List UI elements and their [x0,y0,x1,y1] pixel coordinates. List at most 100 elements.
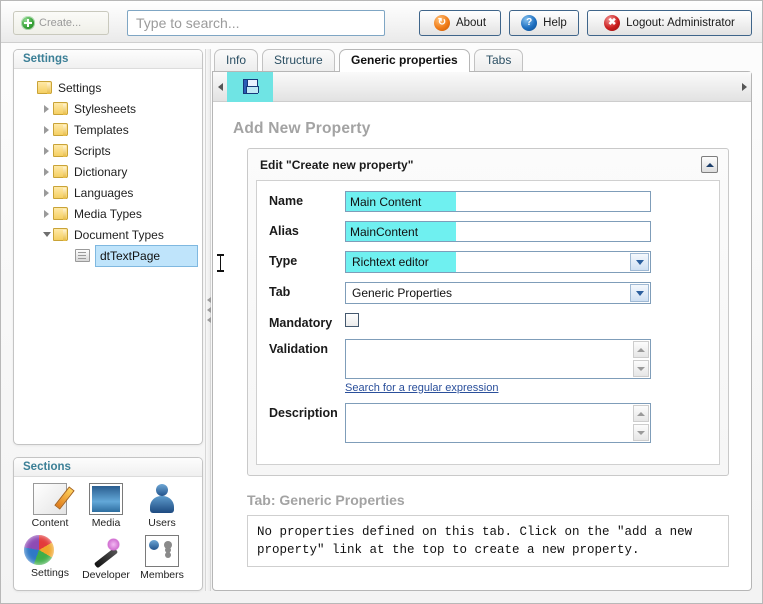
scroll-down-icon[interactable] [633,360,649,377]
textarea-scrollbar[interactable] [633,405,649,441]
tab-structure[interactable]: Structure [262,49,335,71]
property-form: Name Main Content Alias MainContent Type Rich… [256,180,720,465]
field-control-wrap: Search for a regular expression [345,339,651,394]
folder-icon [53,228,68,241]
type-select[interactable]: Richtext editor [345,251,651,273]
tree-item-languages[interactable]: Languages [18,182,198,203]
tab-select[interactable]: Generic Properties [345,282,651,304]
edit-property-box: Edit "Create new property" Name Main Cont… [247,148,729,476]
logout-button-label: Logout: Administrator [626,17,735,29]
form-row-validation: Validation Search for a regular expressio… [269,339,707,394]
description-textarea[interactable] [345,403,651,443]
create-button-label: Create... [39,17,82,29]
scroll-up-icon[interactable] [633,341,649,358]
toolbar-scroll-right-icon[interactable] [737,82,751,91]
tab-bar: Info Structure Generic properties Tabs [212,49,752,72]
toolbar-scroll-left-icon[interactable] [213,82,227,91]
alias-input[interactable]: MainContent [345,221,651,242]
tree-item-templates[interactable]: Templates [18,119,198,140]
tree-item-document-types[interactable]: Document Types [18,224,198,245]
tree-item-label: Scripts [74,143,111,158]
folder-icon [53,144,68,157]
tab-tabs[interactable]: Tabs [474,49,524,71]
main-content-area: Info Structure Generic properties Tabs Add … [212,49,752,591]
settings-tree-panel: Settings Settings Stylesheets Templates Scr… [13,49,203,445]
tree-item-label: Stylesheets [74,101,137,116]
chevron-down-icon[interactable] [630,253,649,271]
tree-item-label: Languages [74,185,134,200]
tree-item-media-types[interactable]: Media Types [18,203,198,224]
section-item-settings[interactable]: Settings [22,535,78,581]
chevron-right-icon[interactable] [40,125,53,134]
validation-textarea[interactable] [345,339,651,379]
application-window: Create... Type to search... ↻ About ? He… [0,0,763,604]
field-label-type: Type [269,254,298,268]
tab-generic-properties[interactable]: Generic properties [339,49,470,72]
help-button[interactable]: ? Help [509,10,579,36]
tree-item-dictionary[interactable]: Dictionary [18,161,198,182]
tree-item-settings[interactable]: Settings [18,77,198,98]
logout-button[interactable]: ✖ Logout: Administrator [587,10,752,36]
tab-panel-generic-properties: Add New Property Edit "Create new proper… [212,71,752,591]
section-item-users[interactable]: Users [134,483,190,529]
settings-tree: Settings Stylesheets Templates Scripts Dicti… [14,69,202,270]
mandatory-checkbox[interactable] [345,313,359,327]
editor-body: Add New Property Edit "Create new proper… [213,102,751,568]
scroll-up-icon[interactable] [633,405,649,422]
editor-toolbar [213,71,751,102]
about-button[interactable]: ↻ About [419,10,501,36]
scroll-down-icon[interactable] [633,424,649,441]
chevron-down-icon[interactable] [40,232,53,237]
section-item-developer[interactable]: Developer [78,535,134,581]
tree-item-label: Media Types [74,206,142,221]
section-item-label: Media [91,517,121,529]
tree-item-scripts[interactable]: Scripts [18,140,198,161]
folder-icon [37,81,52,94]
field-label-name: Name [269,194,304,208]
form-row-description: Description [269,403,707,443]
field-control-wrap: MainContent [345,221,651,242]
search-input[interactable]: Type to search... [127,10,385,36]
developer-icon [89,535,123,567]
collapse-box-button[interactable] [701,156,718,173]
chevron-right-icon[interactable] [40,146,53,155]
section-item-content[interactable]: Content [22,483,78,529]
field-label-tab: Tab [269,285,291,299]
save-floppy-icon [242,79,259,94]
tab-info[interactable]: Info [214,49,259,71]
field-control-wrap: Richtext editor [345,251,651,273]
tree-item-dttextpage[interactable]: dtTextPage [18,244,198,267]
section-item-label: Users [148,517,176,529]
field-value: MainContent [350,224,419,239]
folder-icon [53,123,68,136]
about-button-label: About [455,17,487,29]
field-control-wrap [345,313,359,327]
field-label-mandatory: Mandatory [269,316,333,330]
tree-item-stylesheets[interactable]: Stylesheets [18,98,198,119]
create-button[interactable]: Create... [13,11,109,35]
chevron-right-icon[interactable] [40,167,53,176]
panel-splitter[interactable] [205,49,211,591]
text-cursor [217,254,224,272]
section-item-media[interactable]: Media [78,483,134,529]
search-regex-link[interactable]: Search for a regular expression [345,382,498,394]
media-icon [89,483,123,515]
name-input[interactable]: Main Content [345,191,651,212]
collapse-panel-handle-icon[interactable] [207,297,211,327]
textarea-scrollbar[interactable] [633,341,649,377]
sections-panel: Sections Content Media Users Settings Develo… [13,457,203,591]
chevron-right-icon[interactable] [40,104,53,113]
field-value: Richtext editor [352,255,429,269]
chevron-down-icon[interactable] [630,284,649,302]
field-control-wrap: Main Content [345,191,651,212]
form-row-type: Type Richtext editor [269,251,707,273]
sections-panel-header: Sections [14,458,202,477]
about-icon: ↻ [433,15,450,31]
save-button[interactable] [227,71,273,102]
document-type-icon [75,249,90,262]
chevron-right-icon[interactable] [40,209,53,218]
form-row-alias: Alias MainContent [269,221,707,242]
folder-icon [53,186,68,199]
section-item-members[interactable]: Members [134,535,190,581]
chevron-right-icon[interactable] [40,188,53,197]
